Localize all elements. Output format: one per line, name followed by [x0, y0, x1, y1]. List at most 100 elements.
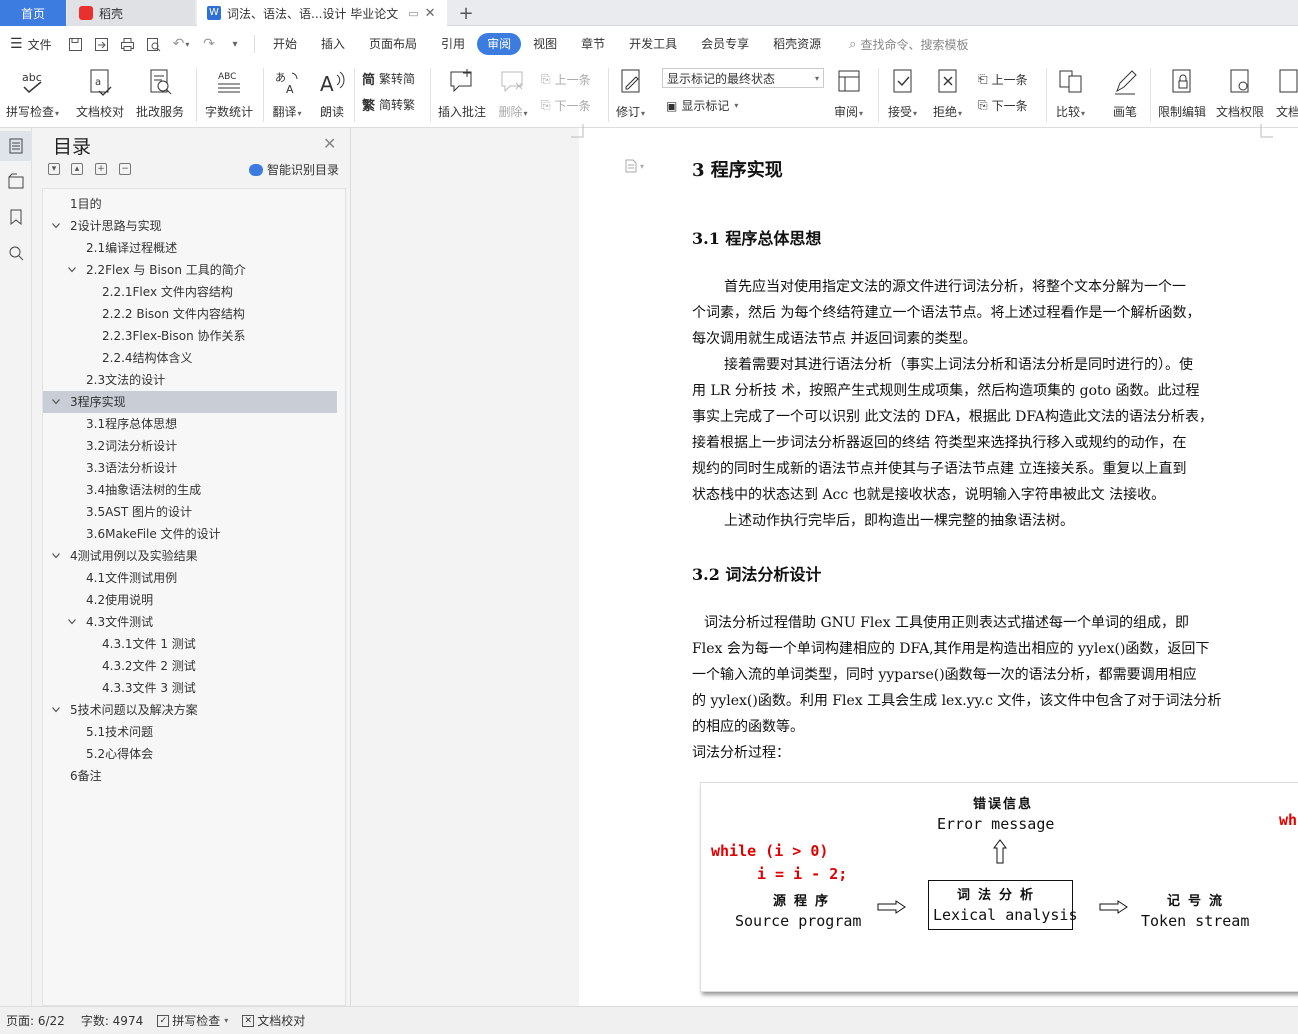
- read-aloud-button[interactable]: A 朗读: [318, 66, 346, 120]
- tab-home[interactable]: 首页: [0, 0, 66, 26]
- new-tab-button[interactable]: +: [452, 0, 480, 26]
- toc-item[interactable]: 1目的: [43, 193, 337, 215]
- toc-item[interactable]: 4.3.3文件 3 测试: [43, 677, 337, 699]
- menu-divider: [254, 35, 255, 53]
- toc-item[interactable]: 3.4抽象语法树的生成: [43, 479, 337, 501]
- redo-icon[interactable]: ↷: [196, 33, 222, 55]
- toc-item[interactable]: 2.1编译过程概述: [43, 237, 337, 259]
- batch-service-button[interactable]: 批改服务: [136, 66, 184, 120]
- spell-check-button[interactable]: abc 拼写检查▾: [6, 66, 59, 120]
- print-icon[interactable]: [114, 33, 140, 55]
- next-change-button[interactable]: ⎘ 下一条: [978, 97, 1028, 114]
- markup-mode-select[interactable]: 显示标记的最终状态 ▾: [662, 68, 824, 88]
- toc-item[interactable]: 4.3.1文件 1 测试: [43, 633, 337, 655]
- prev-comment-button[interactable]: ⎘ 上一条: [541, 71, 591, 88]
- chevron-down-icon[interactable]: [51, 391, 61, 413]
- accept-button[interactable]: 接受▾: [888, 66, 917, 120]
- print-preview-icon[interactable]: [140, 33, 166, 55]
- menu-item[interactable]: 开始: [261, 33, 309, 55]
- bookmark-icon[interactable]: [0, 202, 32, 232]
- find-icon[interactable]: [0, 238, 32, 268]
- paragraph-options-icon[interactable]: ▾: [625, 159, 644, 173]
- screen-icon[interactable]: ▭: [408, 7, 418, 20]
- toc-item[interactable]: 4.2使用说明: [43, 589, 337, 611]
- toc-item[interactable]: 3.2词法分析设计: [43, 435, 337, 457]
- toc-item[interactable]: 3.5AST 图片的设计: [43, 501, 337, 523]
- page-indicator[interactable]: 页面: 6/22: [6, 1012, 65, 1029]
- expand-up-icon[interactable]: ▴: [71, 163, 83, 175]
- menu-item[interactable]: 稻壳资源: [761, 33, 833, 55]
- chevron-down-icon[interactable]: [51, 215, 61, 237]
- translate-button[interactable]: あA 翻译▾: [272, 66, 302, 120]
- chevron-down-icon[interactable]: [67, 611, 77, 633]
- toc-item[interactable]: 5.1技术问题: [43, 721, 337, 743]
- next-comment-button[interactable]: ⎘ 下一条: [541, 97, 591, 114]
- delete-comment-button[interactable]: 删除▾: [498, 66, 528, 120]
- insert-comment-button[interactable]: 插入批注: [438, 66, 486, 120]
- simp-to-trad-button[interactable]: 繁 简转繁: [362, 95, 415, 114]
- toc-item[interactable]: 3程序实现: [43, 391, 337, 413]
- compare-button[interactable]: 比较▾: [1056, 66, 1085, 120]
- toc-item[interactable]: 3.1程序总体思想: [43, 413, 337, 435]
- review-pane-button[interactable]: 审阅▾: [834, 66, 863, 120]
- add-heading-icon[interactable]: +: [95, 163, 107, 175]
- collapse-all-icon[interactable]: ▾: [48, 163, 60, 175]
- show-markup-button[interactable]: ▣ 显示标记 ▾: [666, 97, 738, 114]
- menu-item[interactable]: 开发工具: [617, 33, 689, 55]
- customize-chevron-icon[interactable]: ▾: [222, 33, 248, 55]
- word-count-button[interactable]: ABC 字数统计: [205, 66, 253, 120]
- tab-daoke[interactable]: 稻壳: [67, 0, 195, 26]
- spell-check-status[interactable]: ✓ 拼写检查 ▾: [157, 1012, 228, 1029]
- reject-button[interactable]: 拒绝▾: [933, 66, 962, 120]
- chevron-down-icon[interactable]: [67, 259, 77, 281]
- ink-button[interactable]: 画笔: [1111, 66, 1139, 120]
- doc-proof-status[interactable]: ✕ 文档校对: [242, 1012, 305, 1029]
- menu-item[interactable]: 章节: [569, 33, 617, 55]
- toc-item[interactable]: 4.3文件测试: [43, 611, 337, 633]
- menu-item[interactable]: 插入: [309, 33, 357, 55]
- menu-item[interactable]: 会员专享: [689, 33, 761, 55]
- menu-item[interactable]: 引用: [429, 33, 477, 55]
- tab-document[interactable]: W 词法、语法、语...设计 毕业论文 ▭ ✕: [197, 0, 447, 26]
- toc-item[interactable]: 3.3语法分析设计: [43, 457, 337, 479]
- toc-item[interactable]: 2.2.1Flex 文件内容结构: [43, 281, 337, 303]
- toc-item[interactable]: 2.2.2 Bison 文件内容结构: [43, 303, 337, 325]
- doc-permission-button[interactable]: 文档权限: [1216, 66, 1264, 120]
- command-search[interactable]: ⌕ 查找命令、搜索模板: [849, 36, 968, 53]
- chapter-nav-icon[interactable]: [0, 166, 32, 196]
- close-icon[interactable]: ✕: [323, 134, 336, 153]
- track-changes-button[interactable]: 修订▾: [616, 66, 645, 120]
- smart-toc-button[interactable]: 智能识别目录: [249, 161, 339, 178]
- doc-proof-button[interactable]: a 文档校对: [76, 66, 124, 120]
- undo-icon[interactable]: ↶ ▾: [166, 33, 196, 55]
- export-icon[interactable]: [88, 33, 114, 55]
- menu-item[interactable]: 视图: [521, 33, 569, 55]
- toc-item[interactable]: 2.2Flex 与 Bison 工具的简介: [43, 259, 337, 281]
- save-icon[interactable]: [62, 33, 88, 55]
- toc-item[interactable]: 3.6MakeFile 文件的设计: [43, 523, 337, 545]
- doc-more-button[interactable]: 文档: [1276, 66, 1298, 120]
- toc-item[interactable]: 2.2.4结构体含义: [43, 347, 337, 369]
- file-menu[interactable]: ☰ 文件: [0, 36, 62, 53]
- toc-item[interactable]: 2设计思路与实现: [43, 215, 337, 237]
- menu-item[interactable]: 审阅: [477, 33, 522, 55]
- toc-item[interactable]: 4测试用例以及实验结果: [43, 545, 337, 567]
- remove-heading-icon[interactable]: −: [119, 163, 131, 175]
- toc-item[interactable]: 5技术问题以及解决方案: [43, 699, 337, 721]
- toc-item[interactable]: 2.3文法的设计: [43, 369, 337, 391]
- trad-to-simp-button[interactable]: 简 繁转简: [362, 69, 415, 88]
- toc-item[interactable]: 6备注: [43, 765, 337, 787]
- toc-item[interactable]: 5.2心得体会: [43, 743, 337, 765]
- toc-panel-icon[interactable]: [0, 131, 32, 161]
- chevron-down-icon[interactable]: [51, 699, 61, 721]
- toc-item[interactable]: 2.2.3Flex-Bison 协作关系: [43, 325, 337, 347]
- close-tab-icon[interactable]: ✕: [425, 6, 436, 21]
- toc-item[interactable]: 4.3.2文件 2 测试: [43, 655, 337, 677]
- menu-item[interactable]: 页面布局: [357, 33, 429, 55]
- prev-change-button[interactable]: ⎗ 上一条: [978, 71, 1028, 88]
- word-count-indicator[interactable]: 字数: 4974: [81, 1012, 143, 1029]
- chevron-down-icon[interactable]: [51, 545, 61, 567]
- toc-item[interactable]: 4.1文件测试用例: [43, 567, 337, 589]
- document-page[interactable]: ▾ 3 程序实现 3.1 程序总体思想 首先应当对使用指定文法的源文件进行词法分…: [571, 124, 1298, 1006]
- restrict-editing-button[interactable]: 限制编辑: [1158, 66, 1206, 120]
